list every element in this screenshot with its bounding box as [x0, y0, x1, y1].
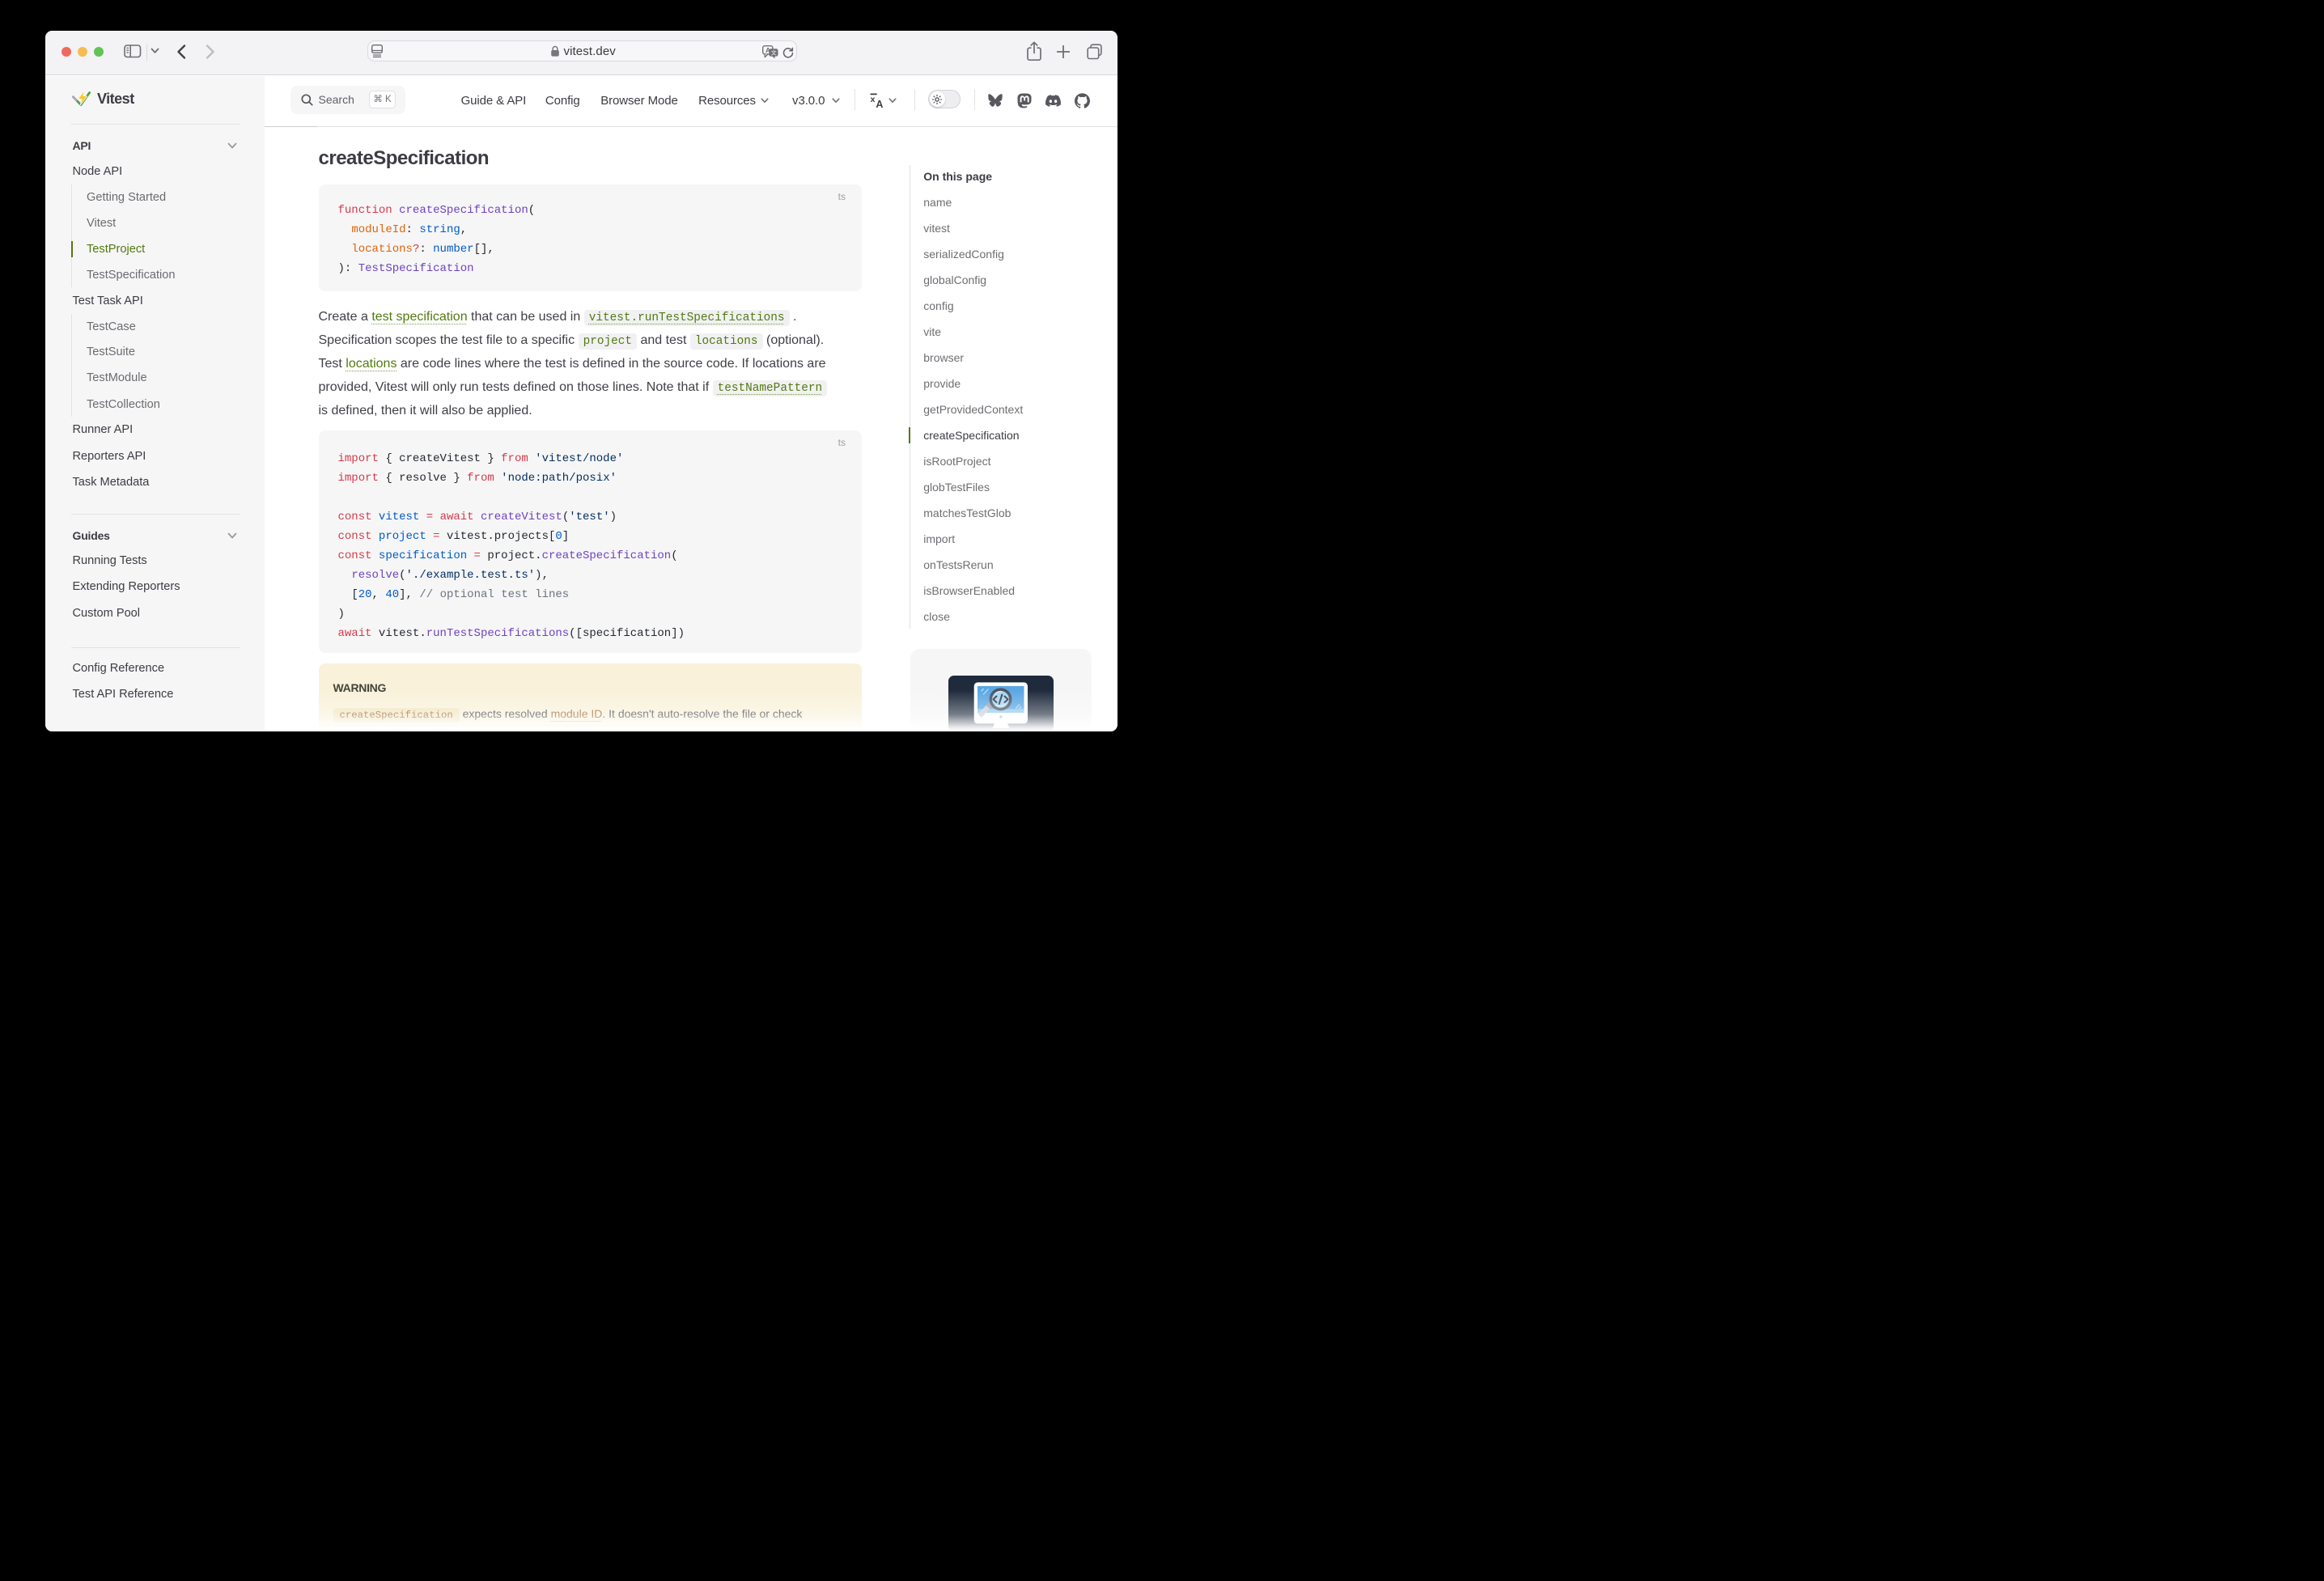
svg-text:A: A [876, 99, 883, 108]
svg-text:文: 文 [770, 49, 776, 56]
svg-text:x: x [870, 95, 875, 104]
